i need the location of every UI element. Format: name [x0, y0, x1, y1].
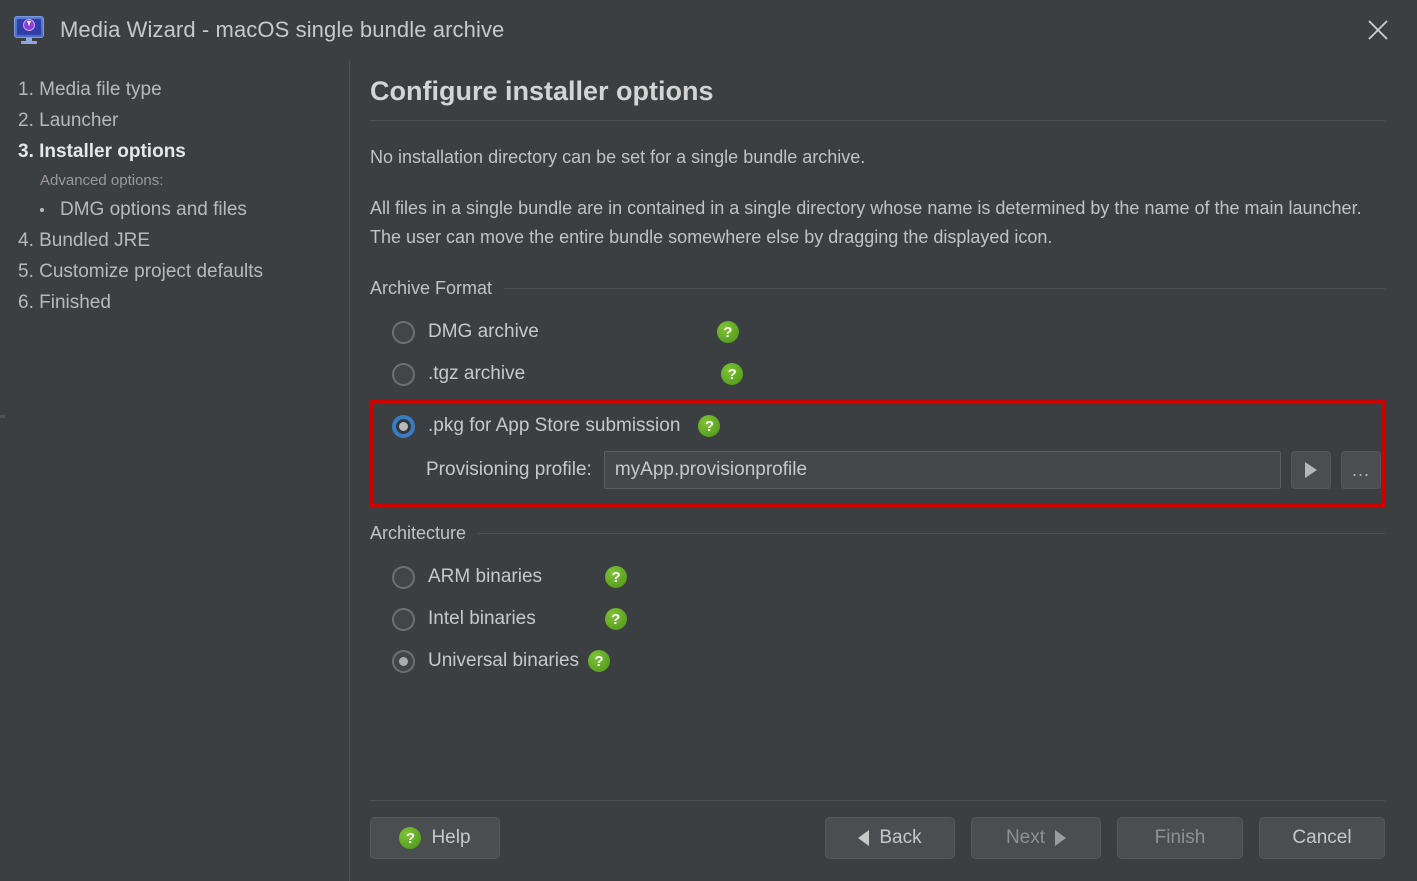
sidebar-subitem-label: DMG options and files [60, 194, 247, 225]
browse-ellipsis-button[interactable]: ... [1341, 451, 1381, 489]
provisioning-profile-input[interactable]: myApp.provisionprofile [604, 451, 1281, 489]
help-icon-arm-binaries[interactable]: ? [605, 566, 627, 588]
help-icon-dmg-archive[interactable]: ? [717, 321, 739, 343]
architecture-title: Architecture [370, 523, 466, 544]
sidebar-item-launcher[interactable]: 2. Launcher [18, 105, 349, 136]
radio-arm-binaries[interactable] [392, 566, 415, 589]
chevron-left-icon [858, 830, 869, 846]
sidebar-item-customize-project-defaults[interactable]: 5. Customize project defaults [18, 256, 349, 287]
archive-format-title: Archive Format [370, 278, 492, 299]
architecture-group: Architecture ARM binaries ? Intel binari… [370, 523, 1385, 682]
page-title: Configure installer options [370, 76, 1385, 107]
radio-label-pkg-app-store: .pkg for App Store submission [428, 415, 680, 437]
sidebar-item-finished[interactable]: 6. Finished [18, 287, 349, 318]
finish-button[interactable]: Finish [1117, 817, 1243, 859]
wizard-steps-sidebar: 1. Media file type 2. Launcher 3. Instal… [0, 60, 350, 881]
sidebar-edge-mark [0, 415, 5, 418]
radio-pkg-app-store[interactable] [392, 415, 415, 438]
radio-row-tgz-archive[interactable]: .tgz archive ? [370, 353, 1385, 395]
radio-dmg-archive[interactable] [392, 321, 415, 344]
architecture-header: Architecture [370, 523, 1385, 544]
help-button[interactable]: ? Help [370, 817, 500, 859]
footer-divider [370, 800, 1385, 801]
help-icon-tgz-archive[interactable]: ? [721, 363, 743, 385]
next-button[interactable]: Next [971, 817, 1101, 859]
radio-label-arm-binaries: ARM binaries [428, 566, 542, 588]
radio-tgz-archive[interactable] [392, 363, 415, 386]
cancel-button[interactable]: Cancel [1259, 817, 1385, 859]
media-wizard-window: Media Wizard - macOS single bundle archi… [0, 0, 1417, 881]
back-button[interactable]: Back [825, 817, 955, 859]
provisioning-profile-label: Provisioning profile: [426, 459, 592, 481]
radio-row-intel-binaries[interactable]: Intel binaries ? [370, 598, 1385, 640]
play-triangle-icon [1305, 462, 1317, 478]
radio-intel-binaries[interactable] [392, 608, 415, 631]
main-content: Configure installer options No installat… [350, 60, 1417, 881]
radio-label-universal-binaries: Universal binaries [428, 650, 579, 672]
radio-row-universal-binaries[interactable]: Universal binaries ? [370, 640, 1385, 682]
provisioning-profile-row: Provisioning profile: myApp.provisionpro… [374, 447, 1381, 493]
sidebar-item-media-file-type[interactable]: 1. Media file type [18, 74, 349, 105]
radio-row-pkg-app-store[interactable]: .pkg for App Store submission ? [374, 405, 1381, 447]
help-icon: ? [399, 827, 421, 849]
chevron-right-icon [1055, 830, 1066, 846]
archive-format-group: Archive Format DMG archive ? .tgz archiv… [370, 278, 1385, 517]
radio-label-tgz-archive: .tgz archive [428, 363, 525, 385]
help-icon-universal-binaries[interactable]: ? [588, 650, 610, 672]
radio-row-dmg-archive[interactable]: DMG archive ? [370, 311, 1385, 353]
close-icon[interactable] [1357, 10, 1399, 50]
play-triangle-icon-button[interactable] [1291, 451, 1331, 489]
monitor-download-icon [14, 15, 44, 45]
ellipsis-icon: ... [1352, 466, 1370, 474]
title-bar: Media Wizard - macOS single bundle archi… [0, 0, 1417, 60]
help-icon-pkg-app-store[interactable]: ? [698, 415, 720, 437]
body: 1. Media file type 2. Launcher 3. Instal… [0, 60, 1417, 881]
radio-universal-binaries[interactable] [392, 650, 415, 673]
window-title: Media Wizard - macOS single bundle archi… [60, 17, 504, 43]
group-divider [504, 288, 1385, 289]
highlight-annotation-box: .pkg for App Store submission ? Provisio… [370, 399, 1385, 507]
radio-row-arm-binaries[interactable]: ARM binaries ? [370, 556, 1385, 598]
bullet-icon [40, 208, 44, 212]
content-spacer [370, 688, 1385, 800]
archive-format-header: Archive Format [370, 278, 1385, 299]
group-divider [478, 533, 1385, 534]
next-button-label: Next [1006, 827, 1045, 849]
radio-label-dmg-archive: DMG archive [428, 321, 539, 343]
sidebar-item-installer-options[interactable]: 3. Installer options [18, 136, 349, 167]
sidebar-advanced-options-label: Advanced options: [18, 167, 349, 194]
title-divider [370, 120, 1385, 121]
description-paragraph-1: No installation directory can be set for… [370, 143, 1380, 172]
sidebar-item-dmg-options-and-files[interactable]: DMG options and files [18, 194, 349, 225]
back-button-label: Back [879, 827, 921, 849]
radio-label-intel-binaries: Intel binaries [428, 608, 536, 630]
help-button-label: Help [431, 827, 470, 849]
help-icon-intel-binaries[interactable]: ? [605, 608, 627, 630]
sidebar-item-bundled-jre[interactable]: 4. Bundled JRE [18, 225, 349, 256]
footer-button-bar: ? Help Back Next Finish Cancel [370, 817, 1385, 881]
description-paragraph-2: All files in a single bundle are in cont… [370, 194, 1380, 252]
